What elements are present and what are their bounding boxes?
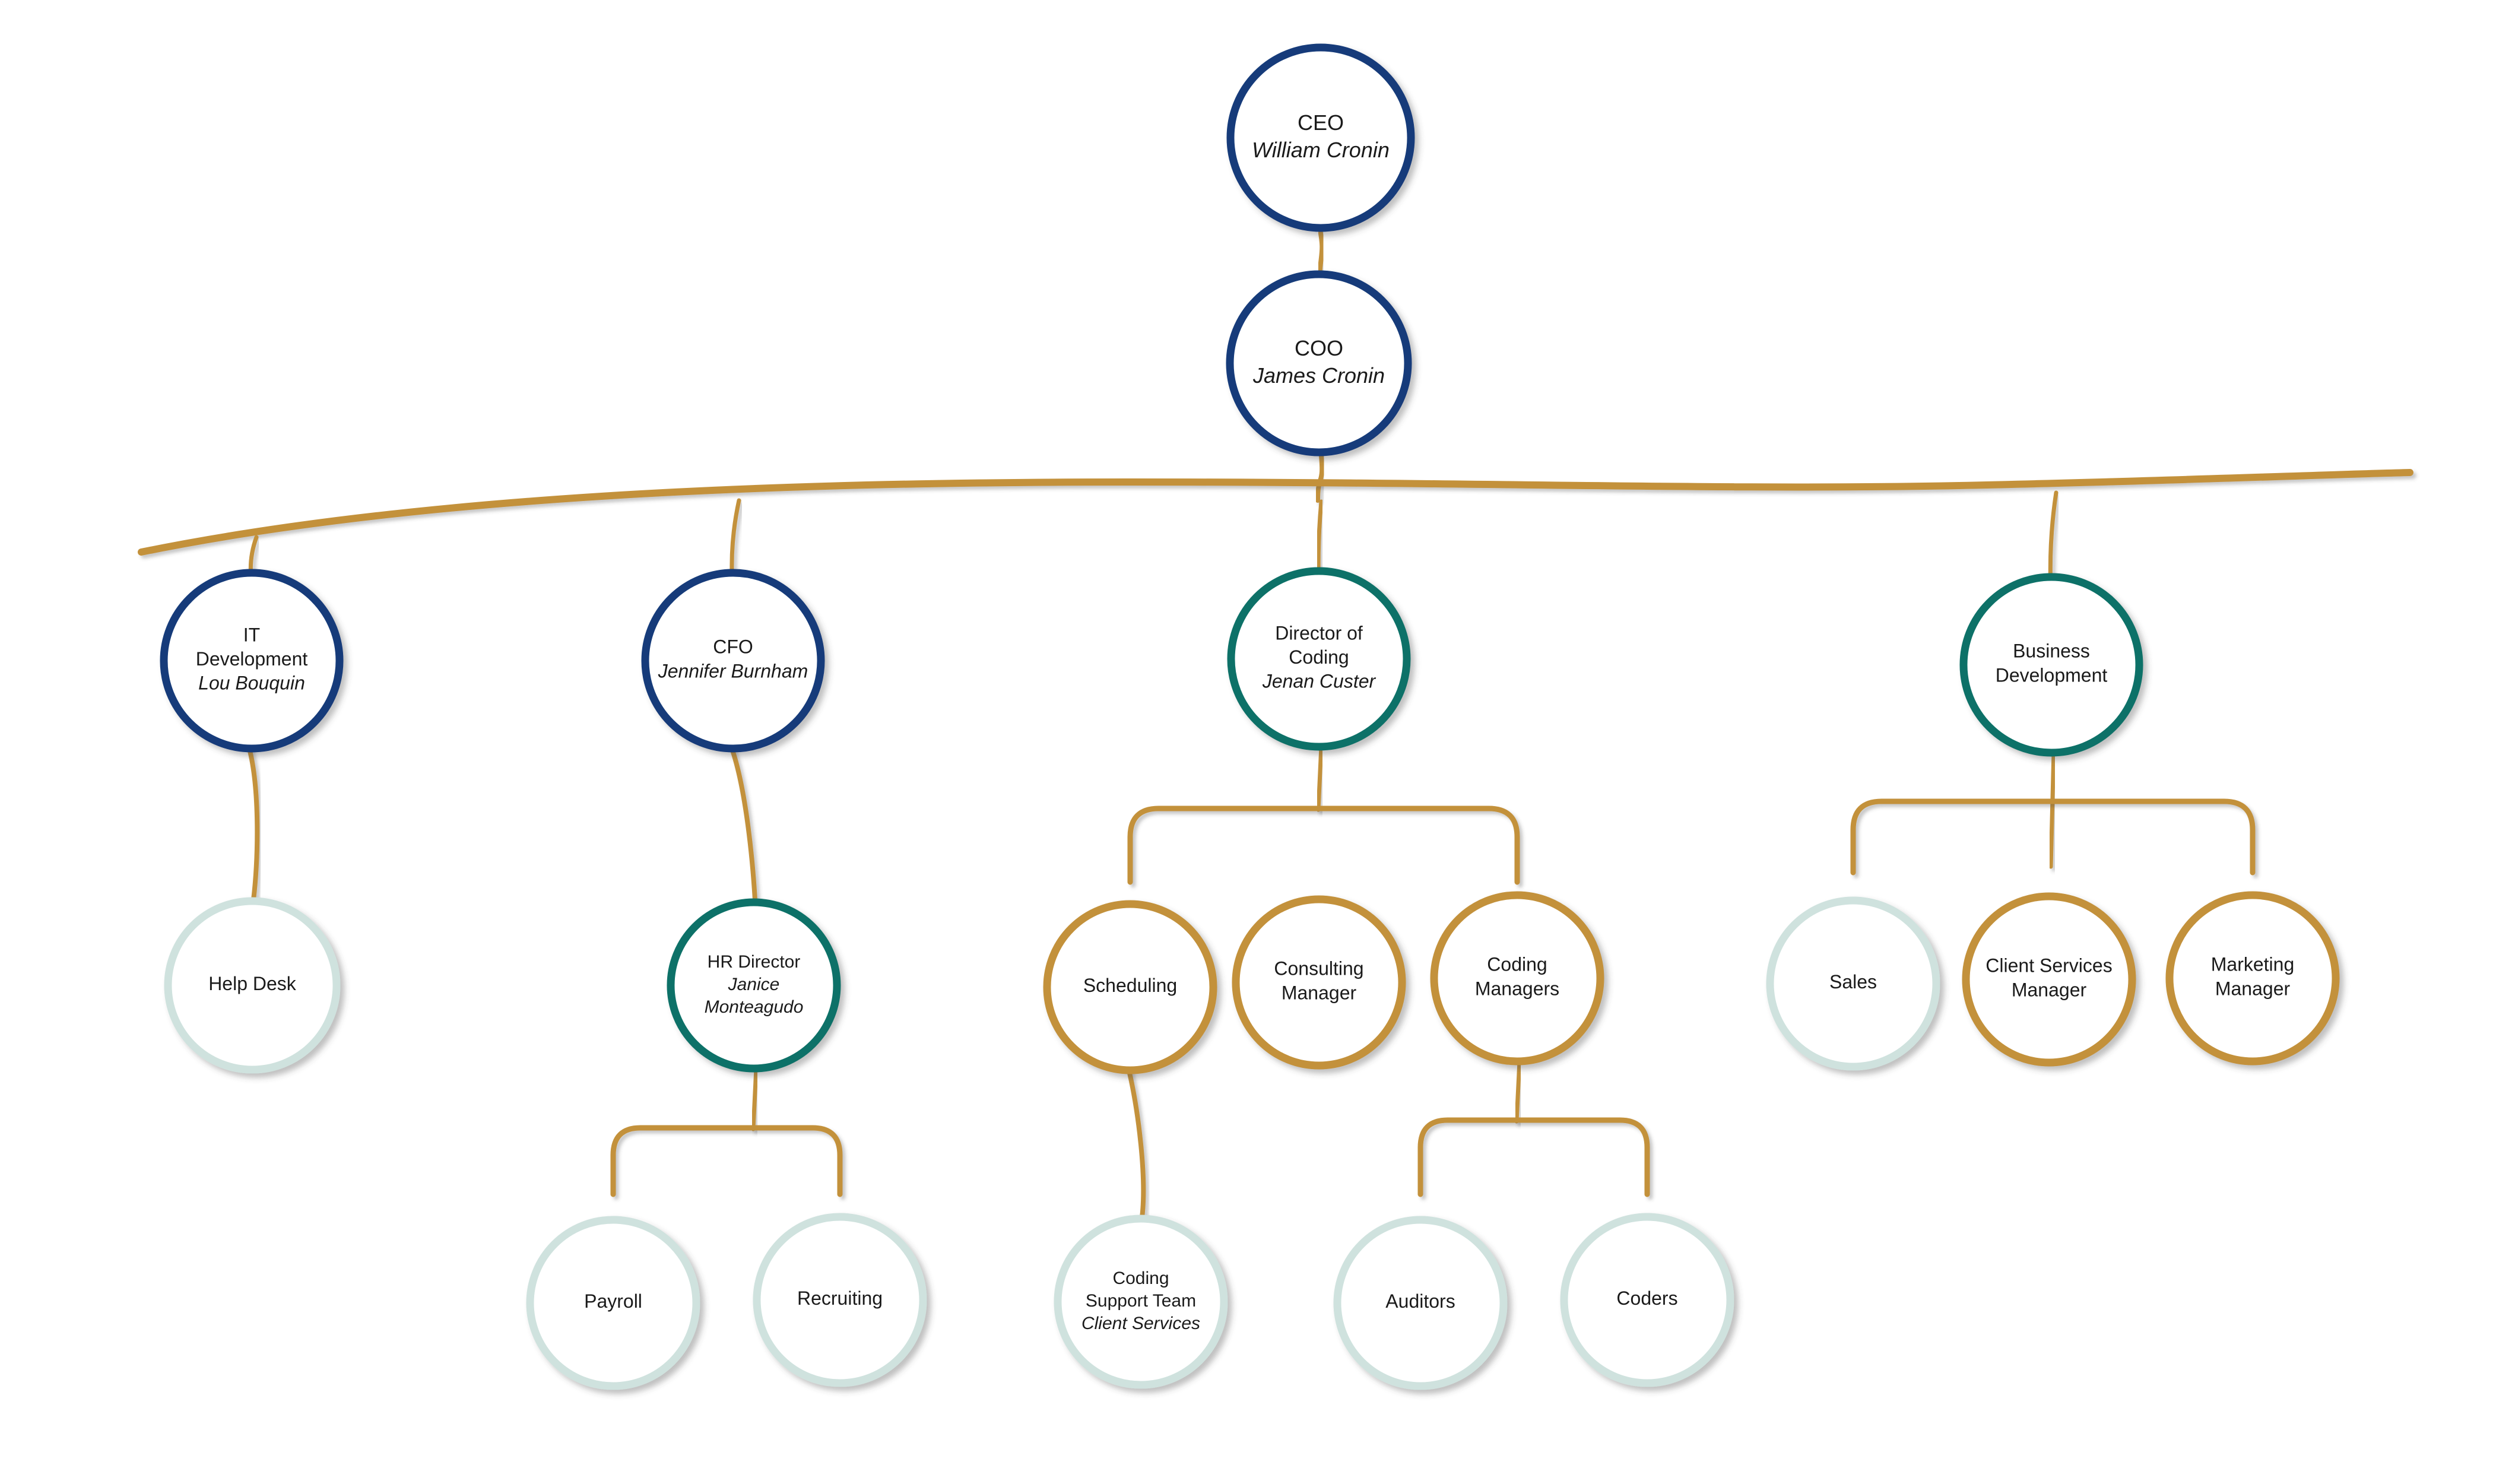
node-label-line: Coding <box>1112 1269 1169 1288</box>
edge-spine-to-it-development <box>248 535 259 573</box>
node-label-line: Scheduling <box>1083 975 1177 996</box>
node-label-line: Director of <box>1275 623 1363 644</box>
edge-hr-director-bracket-stem <box>751 1066 759 1131</box>
node-label-line: Sales <box>1829 971 1877 992</box>
edge-spine-to-director-of-coding <box>1316 499 1324 571</box>
node-label-line: Auditors <box>1385 1290 1455 1312</box>
node-label-line: Managers <box>1475 978 1559 1000</box>
org-node-cfo[interactable]: CFO Jennifer Burnham <box>641 569 825 753</box>
org-chart-svg: CEO William CroninCOO James CroninIT Develo… <box>138 43 2413 1390</box>
node-label-recruiting: Recruiting <box>797 1288 883 1309</box>
node-label-line: Help Desk <box>208 973 297 994</box>
edge-it-development-to-help-desk <box>247 746 260 902</box>
node-label-line: Manager <box>2012 979 2087 1001</box>
org-node-sales[interactable]: Sales <box>1766 896 1940 1071</box>
org-node-director-of-coding[interactable]: Director of Coding Jenan Custer <box>1227 567 1411 751</box>
node-label-line: Lou Bouquin <box>198 673 305 694</box>
node-label-line: Payroll <box>584 1290 642 1312</box>
org-node-client-services-manager[interactable]: Client Services Manager <box>1962 892 2136 1067</box>
node-label-line: HR Director <box>708 952 801 972</box>
node-label-sales: Sales <box>1829 971 1877 992</box>
node-label-line: Support Team <box>1086 1291 1196 1311</box>
edge-coding-managers-bracket-stem <box>1514 1059 1522 1124</box>
node-label-line: IT <box>243 624 260 646</box>
org-node-ceo[interactable]: CEO William Cronin <box>1226 43 1415 232</box>
org-node-coo[interactable]: COO James Cronin <box>1226 270 1412 456</box>
org-node-help-desk[interactable]: Help Desk <box>164 897 341 1074</box>
node-label-line: William Cronin <box>1252 137 1390 161</box>
node-label-line: Coders <box>1616 1288 1677 1309</box>
node-label-line: Jennifer Burnham <box>658 661 808 682</box>
node-label-line: Janice <box>728 975 780 994</box>
node-label-line: COO <box>1295 336 1343 360</box>
main-spine-line <box>138 469 2413 556</box>
edge-business-development-bracket-stem <box>2048 750 2056 869</box>
edge-director-of-coding-bracket-stem <box>1316 744 1324 812</box>
node-label-auditors: Auditors <box>1385 1290 1455 1312</box>
node-label-line: Coding <box>1289 646 1349 668</box>
org-node-hr-director[interactable]: HR Director Janice Monteagudo <box>667 898 841 1073</box>
node-label-scheduling: Scheduling <box>1083 975 1177 996</box>
edge-coo-to-spine <box>1315 448 1325 503</box>
node-label-line: Recruiting <box>797 1288 883 1309</box>
node-label-line: Coding <box>1487 954 1547 975</box>
org-node-payroll[interactable]: Payroll <box>526 1216 700 1390</box>
edge-director-of-coding-bracket-bar <box>1127 806 1520 885</box>
org-node-auditors[interactable]: Auditors <box>1333 1216 1508 1390</box>
node-label-line: Monteagudo <box>705 997 804 1017</box>
node-label-coders: Coders <box>1616 1288 1677 1309</box>
node-label-line: Client Services <box>1985 955 2112 976</box>
org-node-business-development[interactable]: Business Development <box>1959 573 2143 757</box>
edge-hr-director-bracket-bar <box>610 1125 843 1197</box>
edge-coding-managers-bracket-bar <box>1417 1117 1650 1197</box>
node-label-line: Development <box>1996 665 2108 686</box>
org-node-it-development[interactable]: IT Development Lou Bouquin <box>160 569 344 753</box>
node-label-payroll: Payroll <box>584 1290 642 1312</box>
org-node-marketing-manager[interactable]: Marketing Manager <box>2165 891 2340 1066</box>
edge-ceo-to-coo <box>1317 224 1325 278</box>
edge-cfo-to-hr-director <box>729 746 757 902</box>
node-label-line: Business <box>2013 640 2090 662</box>
org-node-consulting-manager[interactable]: Consulting Manager <box>1232 895 1406 1070</box>
org-chart-canvas: CEO William Cronin COO James Cronin IT Develo… <box>0 0 2493 1484</box>
node-label-line: Consulting <box>1274 958 1363 979</box>
org-node-scheduling[interactable]: Scheduling <box>1043 900 1217 1074</box>
org-node-coding-managers[interactable]: Coding Managers <box>1430 891 1604 1066</box>
org-node-recruiting[interactable]: Recruiting <box>753 1213 927 1387</box>
org-node-coding-support-team[interactable]: Coding Support Team Client Services <box>1054 1215 1228 1389</box>
edge-spine-to-cfo <box>729 498 741 573</box>
edge-spine-to-business-development <box>2048 490 2059 577</box>
node-label-line: Marketing <box>2211 954 2295 975</box>
edge-scheduling-to-coding-support-team <box>1127 1068 1146 1220</box>
org-node-coders[interactable]: Coders <box>1560 1213 1734 1387</box>
node-label-line: Jenan Custer <box>1262 671 1376 692</box>
node-label-help-desk: Help Desk <box>208 973 297 994</box>
node-label-line: CFO <box>713 636 753 658</box>
node-label-line: Client Services <box>1081 1314 1200 1333</box>
node-label-line: Development <box>196 648 308 670</box>
node-label-line: Manager <box>1282 982 1357 1004</box>
node-label-line: Manager <box>2215 978 2291 1000</box>
nodes-layer: CEO William CroninCOO James CroninIT Develo… <box>160 43 2340 1390</box>
node-label-line: James Cronin <box>1252 363 1385 387</box>
node-label-line: CEO <box>1298 110 1344 135</box>
